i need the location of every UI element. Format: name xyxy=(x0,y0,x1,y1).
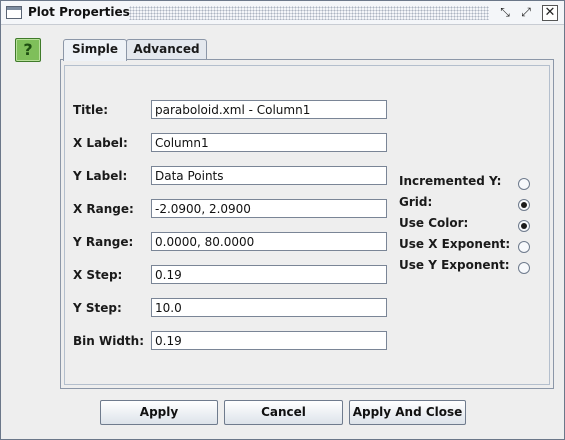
title-bar[interactable]: Plot Properties ⤡ ⤢ ✕ xyxy=(1,1,564,25)
x-step-label: X Step: xyxy=(73,268,123,282)
y-label-field[interactable] xyxy=(151,166,387,185)
window-icon xyxy=(6,6,22,19)
window-title: Plot Properties xyxy=(28,5,130,19)
incremented-y-label: Incremented Y: xyxy=(399,174,502,188)
x-range-label: X Range: xyxy=(73,202,134,216)
bin-width-label: Bin Width: xyxy=(73,334,144,348)
help-icon[interactable]: ? xyxy=(15,38,41,62)
y-step-field[interactable] xyxy=(151,298,387,317)
x-label-label: X Label: xyxy=(73,136,128,150)
incremented-y-radio[interactable] xyxy=(518,178,530,190)
y-range-label: Y Range: xyxy=(73,235,134,249)
y-step-label: Y Step: xyxy=(73,301,122,315)
title-field[interactable] xyxy=(151,100,387,119)
use-x-exponent-radio[interactable] xyxy=(518,241,530,253)
apply-and-close-button[interactable]: Apply And Close xyxy=(349,400,466,425)
close-icon[interactable]: ✕ xyxy=(542,5,558,21)
x-range-field[interactable] xyxy=(151,199,387,218)
cancel-button[interactable]: Cancel xyxy=(224,400,343,425)
grid-label: Grid: xyxy=(399,195,433,209)
restore-icon[interactable]: ⤡ xyxy=(497,5,513,21)
title-label: Title: xyxy=(73,103,109,117)
x-label-field[interactable] xyxy=(151,133,387,152)
use-y-exponent-radio[interactable] xyxy=(518,262,530,274)
use-x-exponent-label: Use X Exponent: xyxy=(399,237,511,251)
tab-simple[interactable]: Simple xyxy=(63,39,127,61)
tab-advanced[interactable]: Advanced xyxy=(126,39,207,60)
y-range-field[interactable] xyxy=(151,232,387,251)
apply-button[interactable]: Apply xyxy=(100,400,218,425)
bin-width-field[interactable] xyxy=(151,331,387,350)
grid-radio[interactable] xyxy=(518,199,530,211)
use-color-label: Use Color: xyxy=(399,216,469,230)
y-label-label: Y Label: xyxy=(73,169,128,183)
title-bar-grip xyxy=(129,6,489,20)
use-color-radio[interactable] xyxy=(518,220,530,232)
use-y-exponent-label: Use Y Exponent: xyxy=(399,258,510,272)
maximize-icon[interactable]: ⤢ xyxy=(518,5,534,21)
x-step-field[interactable] xyxy=(151,265,387,284)
plot-properties-window: Plot Properties ⤡ ⤢ ✕ ? Simple Advanced … xyxy=(0,0,565,440)
